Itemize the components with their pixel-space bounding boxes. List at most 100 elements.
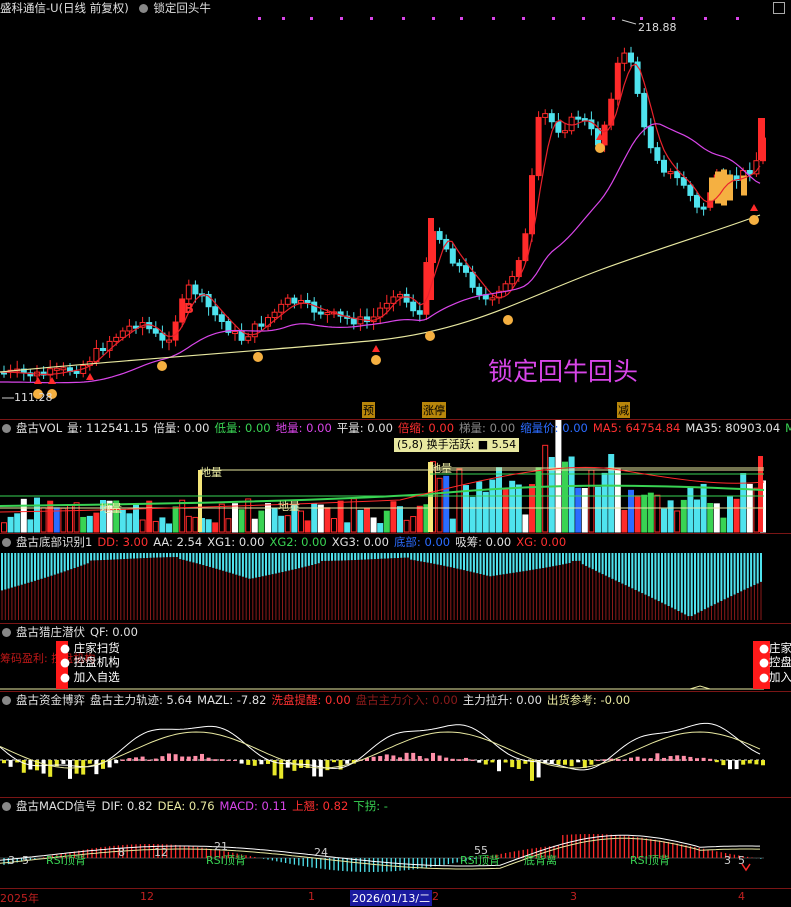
fund-bar — [662, 757, 666, 761]
volume-field: MA135 — [785, 421, 791, 435]
candle-body — [661, 159, 667, 173]
time-axis[interactable]: 2025年 12 1 2026/01/13/二 2 3 4 — [0, 888, 791, 907]
dealer-hunt-header: 盘古猎庄潜伏 QF: 0.00 — [0, 624, 791, 640]
low-price-label: 111.28 — [14, 391, 53, 404]
menu-item-add-watchlist[interactable]: ● 加入自选 — [60, 670, 120, 685]
up-arrow-icon — [34, 377, 42, 384]
bottom-recognition-toggle-icon[interactable] — [2, 538, 11, 547]
volume-bar — [350, 498, 357, 533]
right-menu-item-1[interactable]: ●庄家 — [759, 641, 791, 656]
volume-bar — [654, 494, 661, 533]
candle-body — [562, 130, 568, 134]
candle-body — [555, 121, 562, 133]
volume-panel[interactable]: 盘古VOL 量: 112541.15 倍量: 0.00 低量: 0.00 地量: 0.0… — [0, 420, 791, 534]
ma-long-line — [0, 214, 761, 373]
macd-panel[interactable]: 盘古MACD信号 DIF: 0.82 DEA: 0.76 MACD: 0.11 上翘: … — [0, 798, 791, 888]
fund-bar — [226, 759, 231, 761]
fund-game-name[interactable]: 盘古资金博弈 — [16, 693, 85, 707]
menu-item-dealer-sweep[interactable]: ● 庄家扫货 — [60, 641, 120, 656]
bottom-recognition-name[interactable]: 盘古底部识别1 — [16, 535, 92, 549]
indicator-name[interactable]: 锁定回头牛 — [153, 1, 211, 15]
fund-bar — [470, 759, 475, 761]
fund-bar — [21, 760, 26, 773]
dealer-hunt-panel[interactable]: 盘古猎庄潜伏 QF: 0.00 筹码盈利: 控盘机构 ● 庄家扫货 ● 控盘机构 … — [0, 624, 791, 692]
candle-body — [654, 147, 661, 161]
volume-bar — [324, 507, 331, 533]
candle-body — [324, 312, 331, 316]
watermark-text: 锁定回牛回头 — [488, 357, 639, 386]
candle-body — [581, 118, 588, 122]
vol-annotation-1: 地量 — [200, 466, 222, 479]
volume-bar — [271, 507, 278, 533]
restore-window-icon[interactable] — [773, 2, 785, 14]
volume-field: MA35: 80903.04 — [685, 421, 781, 435]
candle-body — [291, 297, 298, 304]
volume-bar — [278, 515, 285, 533]
up-arrow-icon — [372, 345, 380, 352]
bottom-recognition-panel[interactable]: 盘古底部识别1 DD: 3.00 AA: 2.54 XG1: 0.00 XG2: 0.0… — [0, 534, 791, 624]
volume-bar — [284, 515, 291, 533]
bottom-recognition-field: 底部: 0.00 — [393, 535, 451, 549]
macd-signal-label: 8 — [118, 846, 125, 859]
main-force-track-line — [0, 722, 761, 771]
fund-bar — [101, 760, 105, 769]
volume-bar — [337, 500, 344, 533]
fund-bar — [563, 760, 567, 765]
volume-bar — [166, 523, 172, 533]
top-signal-dot — [640, 17, 643, 20]
fund-bar — [134, 757, 138, 761]
dealer-hunt-toggle-icon[interactable] — [2, 628, 11, 637]
right-menu-item-3[interactable]: ●加入 — [759, 670, 791, 685]
volume-bar — [251, 518, 258, 533]
candle-body — [377, 307, 384, 318]
time-axis-label[interactable]: 2026/01/13/二 — [350, 890, 433, 906]
fund-game-panel[interactable]: 盘古资金博弈 盘古主力轨迹: 5.64 MAZL: -7.82 洗盘提醒: 0.00 盘… — [0, 692, 791, 798]
main-chart-header: 盛科通信-U(日线 前复权) 锁定回头牛 — [0, 0, 791, 16]
signal-hand-icon — [253, 352, 263, 362]
indicator-toggle-icon[interactable] — [139, 4, 149, 13]
candle-body — [641, 92, 648, 128]
fund-bar — [417, 756, 422, 761]
volume-bar — [192, 516, 199, 533]
fund-game-header: 盘古资金博弈 盘古主力轨迹: 5.64 MAZL: -7.82 洗盘提醒: 0.00 盘… — [0, 692, 791, 708]
fund-game-field: 洗盘提醒: 0.00 — [271, 693, 351, 707]
volume-field: 梯量: 0.00 — [459, 421, 516, 435]
fund-game-field: 主力拉升: 0.00 — [462, 693, 542, 707]
macd-header: 盘古MACD信号 DIF: 0.82 DEA: 0.76 MACD: 0.11 上翘: … — [0, 798, 791, 814]
candle-body — [489, 297, 496, 301]
volume-toggle-icon[interactable] — [2, 424, 11, 433]
fund-bar — [252, 760, 257, 766]
candle-body — [126, 325, 133, 332]
volume-bar — [205, 519, 212, 533]
candle-body — [311, 301, 318, 313]
fund-bar — [530, 760, 534, 781]
top-signal-dot — [552, 17, 555, 20]
volume-bar — [1, 522, 7, 533]
macd-name[interactable]: 盘古MACD信号 — [16, 799, 96, 813]
volume-field: 地量: 0.00 — [275, 421, 332, 435]
dealer-hunt-name[interactable]: 盘古猎庄潜伏 — [16, 625, 85, 639]
volume-bar — [758, 456, 763, 532]
bottom-recognition-field: DD: 3.00 — [97, 535, 149, 549]
candlestick-chart[interactable] — [0, 0, 791, 420]
fund-bar — [688, 756, 693, 761]
fund-bar — [127, 758, 132, 761]
mazl-line — [0, 731, 761, 769]
volume-bar — [139, 519, 146, 533]
volume-bar — [674, 510, 681, 533]
main-chart-panel[interactable]: 盛科通信-U(日线 前复权) 锁定回头牛 218.88 111.28 B 锁定回… — [0, 0, 791, 420]
right-menu-item-2[interactable]: ●控盘 — [759, 655, 791, 670]
fund-bar — [114, 760, 119, 764]
high-leader-line — [621, 19, 637, 25]
volume-name[interactable]: 盘古VOL — [16, 421, 62, 435]
macd-toggle-icon[interactable] — [2, 802, 11, 811]
volume-bar — [179, 499, 186, 533]
menu-item-control[interactable]: ● 控盘机构 — [60, 655, 120, 670]
fund-bar — [173, 754, 178, 761]
signal-hand-icon — [503, 315, 513, 325]
fund-bar — [87, 760, 92, 764]
fund-game-toggle-icon[interactable] — [2, 696, 11, 705]
fund-game-field: 盘古主力介入: 0.00 — [355, 693, 458, 707]
candle-body — [463, 265, 469, 273]
candle-body — [476, 286, 483, 296]
